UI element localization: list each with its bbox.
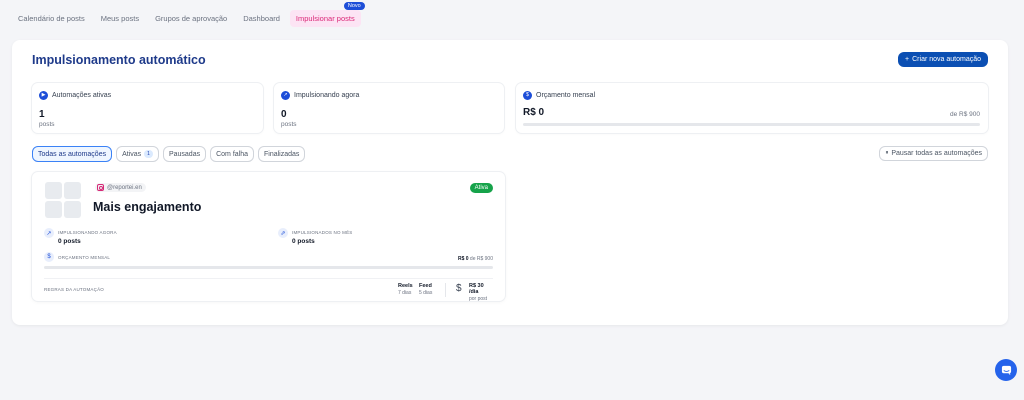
tab-dashboard[interactable]: Dashboard [237, 10, 286, 27]
stat-label: Impulsionando agora [294, 92, 360, 99]
create-automation-button[interactable]: + Criar nova automação [898, 52, 988, 67]
status-badge: Ativa [469, 183, 493, 193]
metric-boosted-month: ⇗ IMPULSIONADOS NO MÊS 0 posts [278, 228, 353, 245]
stat-monthly-budget: $ Orçamento mensal R$ 0 de R$ 900 [516, 83, 988, 133]
card-budget: $ ORÇAMENTO MENSAL R$ 0 de R$ 900 [44, 252, 493, 269]
dollar-icon: $ [456, 283, 462, 294]
pause-all-label: Pausar todas as automações [891, 150, 982, 157]
filter-count-badge: 1 [144, 150, 153, 158]
page-title: Impulsionamento automático [32, 53, 206, 67]
tab-label: Dashboard [243, 14, 280, 23]
filter-finished[interactable]: Finalizadas [258, 146, 306, 162]
budget-progress-bar [523, 123, 980, 126]
new-badge: Novo [343, 2, 365, 10]
pause-all-button[interactable]: ⏸ Pausar todas as automações [879, 146, 988, 161]
top-nav: Calendário de posts Meus posts Grupos de… [12, 2, 365, 27]
tab-label: Impulsionar posts [295, 14, 355, 23]
tab-label: Meus posts [100, 14, 140, 23]
main-panel: Impulsionamento automático + Criar nova … [12, 40, 1008, 325]
tab-boost-posts[interactable]: Impulsionar posts Novo [289, 2, 365, 27]
play-icon: ▶ [39, 91, 48, 100]
dollar-icon: $ [44, 252, 54, 262]
footer-divider [445, 283, 446, 297]
filter-label: Pausadas [168, 150, 201, 158]
metric-label: IMPULSIONADOS NO MÊS [292, 230, 353, 235]
stat-unit: posts [39, 121, 55, 128]
daily-spend: R$ 30 /dia por post [469, 283, 493, 302]
filter-bar: Todas as automações Ativas 1 Pausadas Co… [32, 146, 306, 162]
chat-button[interactable] [995, 359, 1017, 381]
metric-label: IMPULSIONANDO AGORA [58, 230, 117, 235]
create-automation-label: Criar nova automação [912, 56, 981, 63]
stat-value: 0 [281, 109, 287, 120]
account-handle: @reportei.en [107, 184, 142, 191]
chat-icon [1001, 365, 1011, 375]
filter-paused[interactable]: Pausadas [162, 146, 207, 162]
instagram-icon [97, 184, 104, 191]
filter-label: Finalizadas [264, 150, 300, 158]
rule-name: Reels [398, 283, 413, 289]
rule-value: 7 dias [398, 290, 412, 296]
rule-name: Feed [419, 283, 432, 289]
automation-card[interactable]: @reportei.en Ativa Mais engajamento ↗ IM… [32, 172, 505, 302]
trend-double-icon: ⇗ [278, 228, 288, 238]
stat-unit: posts [281, 121, 297, 128]
filter-active[interactable]: Ativas 1 [116, 146, 159, 162]
trend-icon: ↗ [44, 228, 54, 238]
stat-value: 1 [39, 109, 45, 120]
automation-name: Mais engajamento [93, 200, 202, 214]
filter-all[interactable]: Todas as automações [32, 146, 113, 162]
rule-feed: Feed 5 dias [419, 283, 432, 296]
metric-value: 0 posts [292, 238, 315, 245]
rule-value: 5 dias [419, 290, 433, 296]
tab-my-posts[interactable]: Meus posts [95, 10, 145, 27]
tab-label: Calendário de posts [18, 14, 85, 23]
tab-calendar[interactable]: Calendário de posts [12, 10, 91, 27]
tab-approval-groups[interactable]: Grupos de aprovação [149, 10, 233, 27]
rule-reels: Reels 7 dias [398, 283, 413, 296]
stat-value: R$ 0 [523, 107, 545, 118]
budget-total: de R$ 900 [469, 256, 493, 262]
plus-icon: + [905, 56, 910, 63]
account-chip: @reportei.en [95, 183, 146, 192]
stat-active-automations: ▶ Automações ativas 1 posts [32, 83, 263, 133]
metric-boosting-now: ↗ IMPULSIONANDO AGORA 0 posts [44, 228, 117, 245]
filter-failed[interactable]: Com falha [210, 146, 254, 162]
budget-spent: R$ 0 [457, 256, 469, 262]
card-footer: REGRAS DA AUTOMAÇÃO Reels 7 dias Feed 5 … [44, 278, 493, 302]
metric-value: 0 posts [58, 238, 81, 245]
filter-label: Com falha [216, 150, 248, 158]
filter-label: Ativas [122, 150, 142, 158]
tab-label: Grupos de aprovação [155, 14, 228, 23]
stat-boosting-now: ↗ Impulsionando agora 0 posts [274, 83, 504, 133]
card-budget-progress-bar [44, 266, 493, 269]
stat-label: Automações ativas [52, 92, 112, 99]
rules-label: REGRAS DA AUTOMAÇÃO [44, 287, 104, 292]
pause-icon: ⏸ [885, 150, 889, 156]
budget-amounts: R$ 0 de R$ 900 [458, 256, 493, 262]
spend-unit: por post [469, 296, 488, 302]
post-thumbnail [45, 182, 81, 218]
filter-label: Todas as automações [38, 150, 107, 158]
stat-label: Orçamento mensal [536, 92, 596, 99]
stat-budget-total: de R$ 900 [950, 111, 980, 118]
budget-label: ORÇAMENTO MENSAL [58, 254, 111, 260]
spend-value: R$ 30 /dia [469, 283, 484, 295]
trend-icon: ↗ [281, 91, 290, 100]
dollar-icon: $ [523, 91, 532, 100]
